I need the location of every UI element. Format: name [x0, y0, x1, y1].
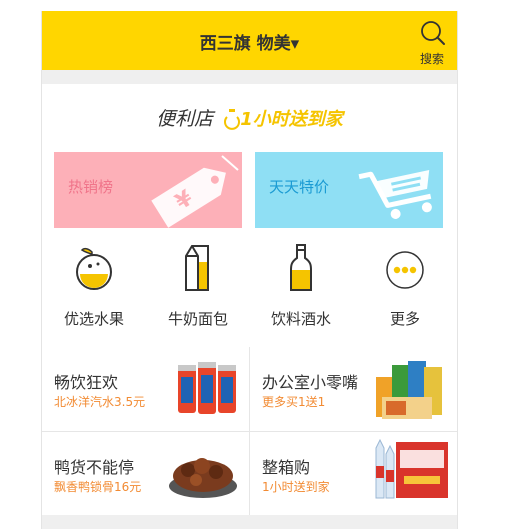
hot-sales-label: 热销榜	[68, 178, 114, 196]
daily-deals-banner[interactable]: 天天特价	[255, 152, 443, 228]
delivery-slogan: 1小时送到家	[224, 105, 343, 131]
stopwatch-icon	[224, 108, 241, 130]
search-label: 搜索	[419, 52, 444, 66]
search-icon	[421, 21, 445, 45]
hot-sales-banner[interactable]: 热销榜 ¥	[54, 152, 242, 228]
soda-cans-image	[178, 362, 236, 414]
promo-title: 鸭货不能停	[54, 458, 135, 477]
duck-neck-plate-image	[169, 458, 237, 498]
promo-subtitle: 飘香鸭锁骨16元	[54, 480, 142, 494]
search-button[interactable]: 搜索	[417, 20, 447, 66]
category-milk-bread[interactable]: 牛奶面包	[146, 242, 250, 342]
store-name: 便利店	[156, 108, 214, 130]
promo-subtitle: 更多买1送1	[262, 395, 326, 409]
phone-screen: 西三旗 物美▾ 搜索 便利店 1小时送到家 热销榜 ¥ 天天特价 优选水果 牛奶…	[41, 11, 458, 529]
soda-bottle-icon	[290, 244, 312, 291]
more-dots-icon	[386, 251, 424, 289]
promo-title: 畅饮狂欢	[54, 373, 119, 392]
location-selector[interactable]: 西三旗 物美▾	[42, 29, 457, 54]
promo-grid: 畅饮狂欢 北冰洋汽水3.5元 办公室小零嘴 更多买1送1 鸭货不能停 飘香鸭锁骨…	[42, 347, 457, 515]
promo-tile-drinks[interactable]: 畅饮狂欢 北冰洋汽水3.5元	[42, 347, 248, 430]
category-more-label: 更多	[389, 310, 420, 328]
category-more[interactable]: 更多	[353, 242, 457, 342]
water-case-image	[375, 438, 448, 499]
promo-tile-duck-snacks[interactable]: 鸭货不能停 飘香鸭锁骨16元	[42, 432, 248, 515]
shopping-cart-icon	[358, 169, 432, 219]
promo-divider-vertical	[249, 347, 250, 515]
daily-deals-label: 天天特价	[269, 178, 330, 196]
promo-subtitle: 北冰洋汽水3.5元	[54, 395, 146, 409]
category-fruit[interactable]: 优选水果	[42, 242, 146, 342]
orange-icon	[76, 247, 112, 290]
promo-title: 办公室小零嘴	[262, 373, 359, 392]
store-title-row: 便利店 1小时送到家	[42, 104, 457, 136]
promo-title: 整箱购	[262, 458, 311, 477]
snack-bags-image	[376, 361, 442, 419]
promo-tile-office-snacks[interactable]: 办公室小零嘴 更多买1送1	[250, 347, 456, 430]
milk-carton-icon	[185, 245, 209, 291]
category-milk-bread-label: 牛奶面包	[167, 310, 228, 328]
delivery-slogan-text: 1小时送到家	[240, 108, 343, 130]
category-fruit-label: 优选水果	[63, 310, 124, 328]
promo-tile-bulk-buy[interactable]: 整箱购 1小时送到家	[250, 432, 456, 515]
price-tag-icon: ¥	[151, 155, 239, 228]
category-drinks[interactable]: 饮料酒水	[249, 242, 353, 342]
category-drinks-label: 饮料酒水	[270, 310, 331, 328]
promo-subtitle: 1小时送到家	[262, 480, 330, 494]
convenience-store-section: 便利店 1小时送到家 热销榜 ¥ 天天特价 优选水果 牛奶面包 饮料酒水 更多	[42, 84, 457, 348]
top-bar: 西三旗 物美▾ 搜索	[42, 11, 457, 70]
category-grid: 优选水果 牛奶面包 饮料酒水 更多	[42, 242, 457, 342]
